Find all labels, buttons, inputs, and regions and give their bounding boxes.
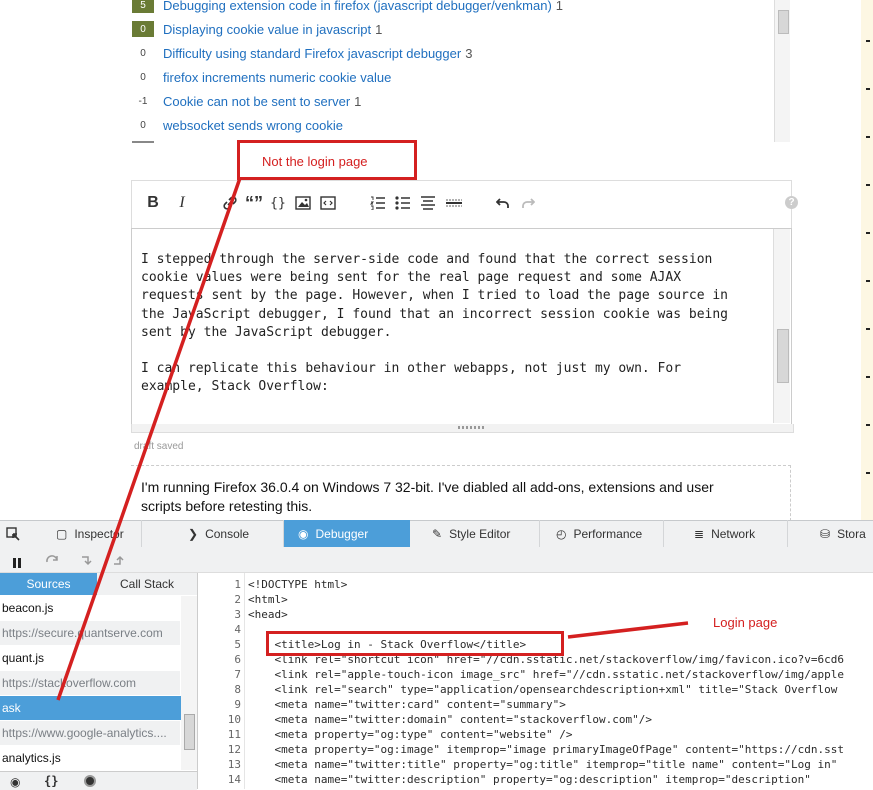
annotation-arrows bbox=[56, 177, 689, 701]
